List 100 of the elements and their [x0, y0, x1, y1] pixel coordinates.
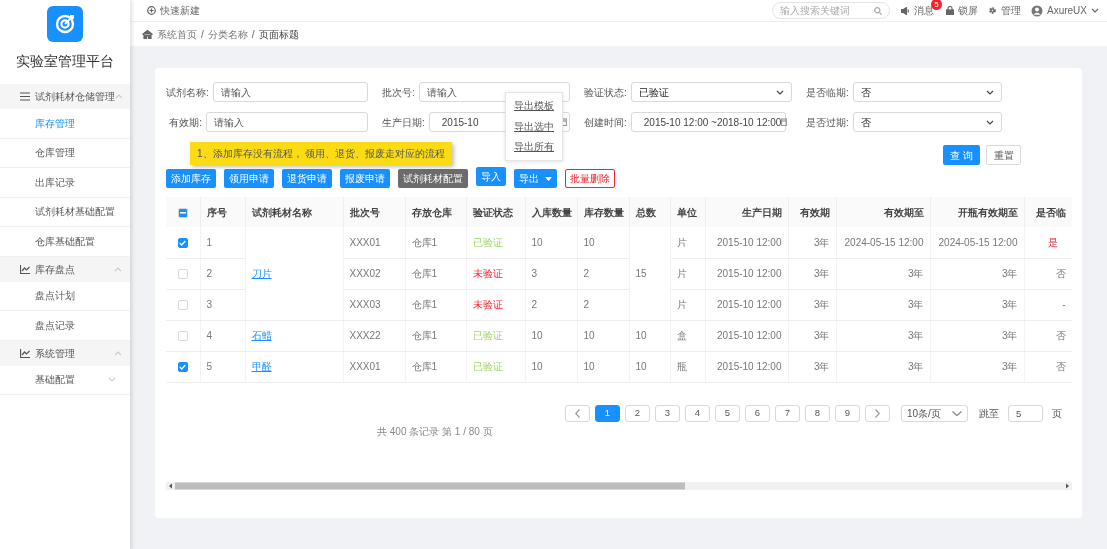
field-label: 是否临期: — [806, 85, 850, 100]
select-field[interactable]: 否 — [852, 82, 1002, 102]
table-cell: 2015-10 12:00 — [717, 330, 782, 341]
table-cell: 仓库1 — [411, 361, 438, 372]
breadcrumb-link[interactable]: 分类名称 — [207, 26, 248, 42]
sidebar-section[interactable]: 系统管理 — [0, 340, 130, 366]
table-cell: 3年 — [813, 299, 830, 310]
column-header: 序号 — [206, 206, 227, 218]
status-text: 未验证 — [472, 268, 503, 279]
table-cell: 否 — [1055, 268, 1066, 279]
column-header: 是否临 — [1035, 206, 1066, 218]
table-cell: 否 — [1055, 361, 1066, 372]
field-label: 生产日期: — [382, 115, 426, 130]
table-cell: 10 — [635, 330, 647, 341]
record-summary: 共 400 条记录 第 1 / 80 页 — [377, 424, 493, 439]
lock-link[interactable]: 锁屏 — [946, 3, 978, 18]
table-cell: 15 — [635, 267, 647, 279]
sidebar-section[interactable]: 库存盘点 — [0, 256, 130, 282]
column-header: 入库数量 — [531, 206, 572, 218]
text-field[interactable]: 请输入 — [212, 82, 368, 102]
table-cell: 2015-10 12:00 — [717, 236, 782, 248]
table-cell: 3年 — [907, 268, 924, 279]
table-cell: 2 — [531, 299, 538, 310]
settings-link[interactable]: 管理 — [988, 3, 1021, 18]
breadcrumb-link[interactable]: 系统首页 — [157, 26, 197, 42]
table-cell: XXX22 — [349, 330, 381, 341]
table-cell: 3年 — [1001, 361, 1018, 372]
field-label: 批次号: — [382, 85, 416, 100]
select-field[interactable]: 已验证 — [630, 82, 792, 102]
table-cell: 否 — [1055, 330, 1066, 341]
user-menu[interactable]: AxureUX — [1031, 3, 1099, 18]
page-button[interactable]: 2 — [625, 404, 650, 422]
messages-link[interactable]: 消息 — [901, 3, 934, 18]
table-cell: 3年 — [813, 236, 830, 248]
page-button[interactable]: 8 — [805, 404, 830, 422]
column-header: 试剂耗材名称 — [251, 206, 312, 218]
date-field[interactable]: 2015-10 12:00 ~2018-10 12:00 — [630, 112, 786, 132]
table-cell: 2 — [583, 299, 590, 310]
page-button[interactable]: 7 — [775, 404, 800, 422]
column-header: 单位 — [676, 206, 697, 218]
field-label: 是否过期: — [806, 115, 850, 130]
table-cell: 3 — [206, 299, 213, 310]
field-label: 试剂名称: — [166, 85, 210, 100]
table-cell: 3年 — [1001, 330, 1018, 341]
table-cell: 2015-10 12:00 — [717, 361, 782, 372]
table-cell: 片 — [676, 236, 687, 248]
table-cell: 2015-10 12:00 — [717, 299, 782, 310]
table-cell: 2 — [206, 268, 213, 279]
column-header: 有效期 — [799, 206, 830, 218]
table-cell: 2015-10 12:00 — [717, 268, 782, 279]
table-cell: 瓶 — [676, 361, 687, 372]
table-cell: 3年 — [1001, 299, 1018, 310]
page-button[interactable]: 6 — [745, 404, 770, 422]
column-header: 批次号 — [349, 206, 380, 218]
sidebar-section[interactable]: 试剂耗材仓储管理 — [0, 84, 130, 109]
notification-badge: 5 — [931, 0, 942, 10]
field-label: 有效期: — [168, 115, 203, 130]
column-header: 存放仓库 — [411, 206, 452, 218]
field-label: 验证状态: — [584, 85, 628, 100]
select-field[interactable]: 否 — [852, 112, 1002, 132]
table-cell: 3年 — [907, 330, 924, 341]
page-button[interactable]: 3 — [655, 404, 680, 422]
table-cell: 2 — [583, 268, 590, 279]
page-button[interactable]: 9 — [835, 404, 860, 422]
table-cell: 3年 — [907, 361, 924, 372]
toolbar-button[interactable]: 试剂耗材配置 — [398, 169, 468, 188]
status-text: 已验证 — [472, 236, 503, 248]
breadcrumb-separator: / — [251, 27, 255, 42]
table-cell: 10 — [531, 236, 543, 248]
text-field[interactable]: 请输入 — [206, 112, 368, 132]
table-cell: 仓库1 — [411, 268, 438, 279]
quick-new-link[interactable]: 快速新建 — [147, 3, 200, 18]
breadcrumb-link[interactable]: 页面标题 — [258, 26, 299, 42]
page-jump-field[interactable]: 5 — [1008, 404, 1043, 422]
table-cell: 3年 — [1001, 268, 1018, 279]
table-cell-text: 是 — [1046, 235, 1059, 250]
table-cell: XXX02 — [349, 268, 381, 279]
toolbar-button[interactable]: 批量删除 — [565, 169, 615, 188]
page-size-select[interactable]: 10条/页 — [901, 404, 968, 422]
table-cell: XXX01 — [349, 236, 381, 248]
reset-button[interactable]: 重置 — [986, 145, 1021, 165]
status-text: 已验证 — [472, 330, 503, 341]
table-cell: 盒 — [676, 330, 687, 341]
table-cell: 3年 — [813, 330, 830, 341]
table-cell: 3年 — [813, 361, 830, 372]
breadcrumb-separator: / — [201, 27, 204, 42]
table-cell: 2024-05-15 12:00 — [844, 236, 924, 248]
page-button[interactable]: 4 — [685, 404, 710, 422]
table-cell: XXX01 — [349, 361, 381, 372]
field-label: 创建时间: — [584, 115, 628, 130]
table-cell: - — [1062, 299, 1066, 310]
column-header: 开瓶有效期至 — [957, 206, 1018, 218]
table-cell: 片 — [676, 299, 687, 310]
menu-item[interactable]: 导出所有 — [506, 136, 562, 157]
page-button[interactable]: 5 — [715, 404, 740, 422]
table-cell: 5 — [206, 361, 213, 372]
table-cell: 3年 — [813, 268, 830, 279]
note-banner: 1、添加库存没有流程， 领用、退货、报废走对应的流程 — [190, 142, 453, 165]
column-header: 有效期至 — [883, 206, 924, 218]
table-cell: 4 — [206, 330, 213, 341]
